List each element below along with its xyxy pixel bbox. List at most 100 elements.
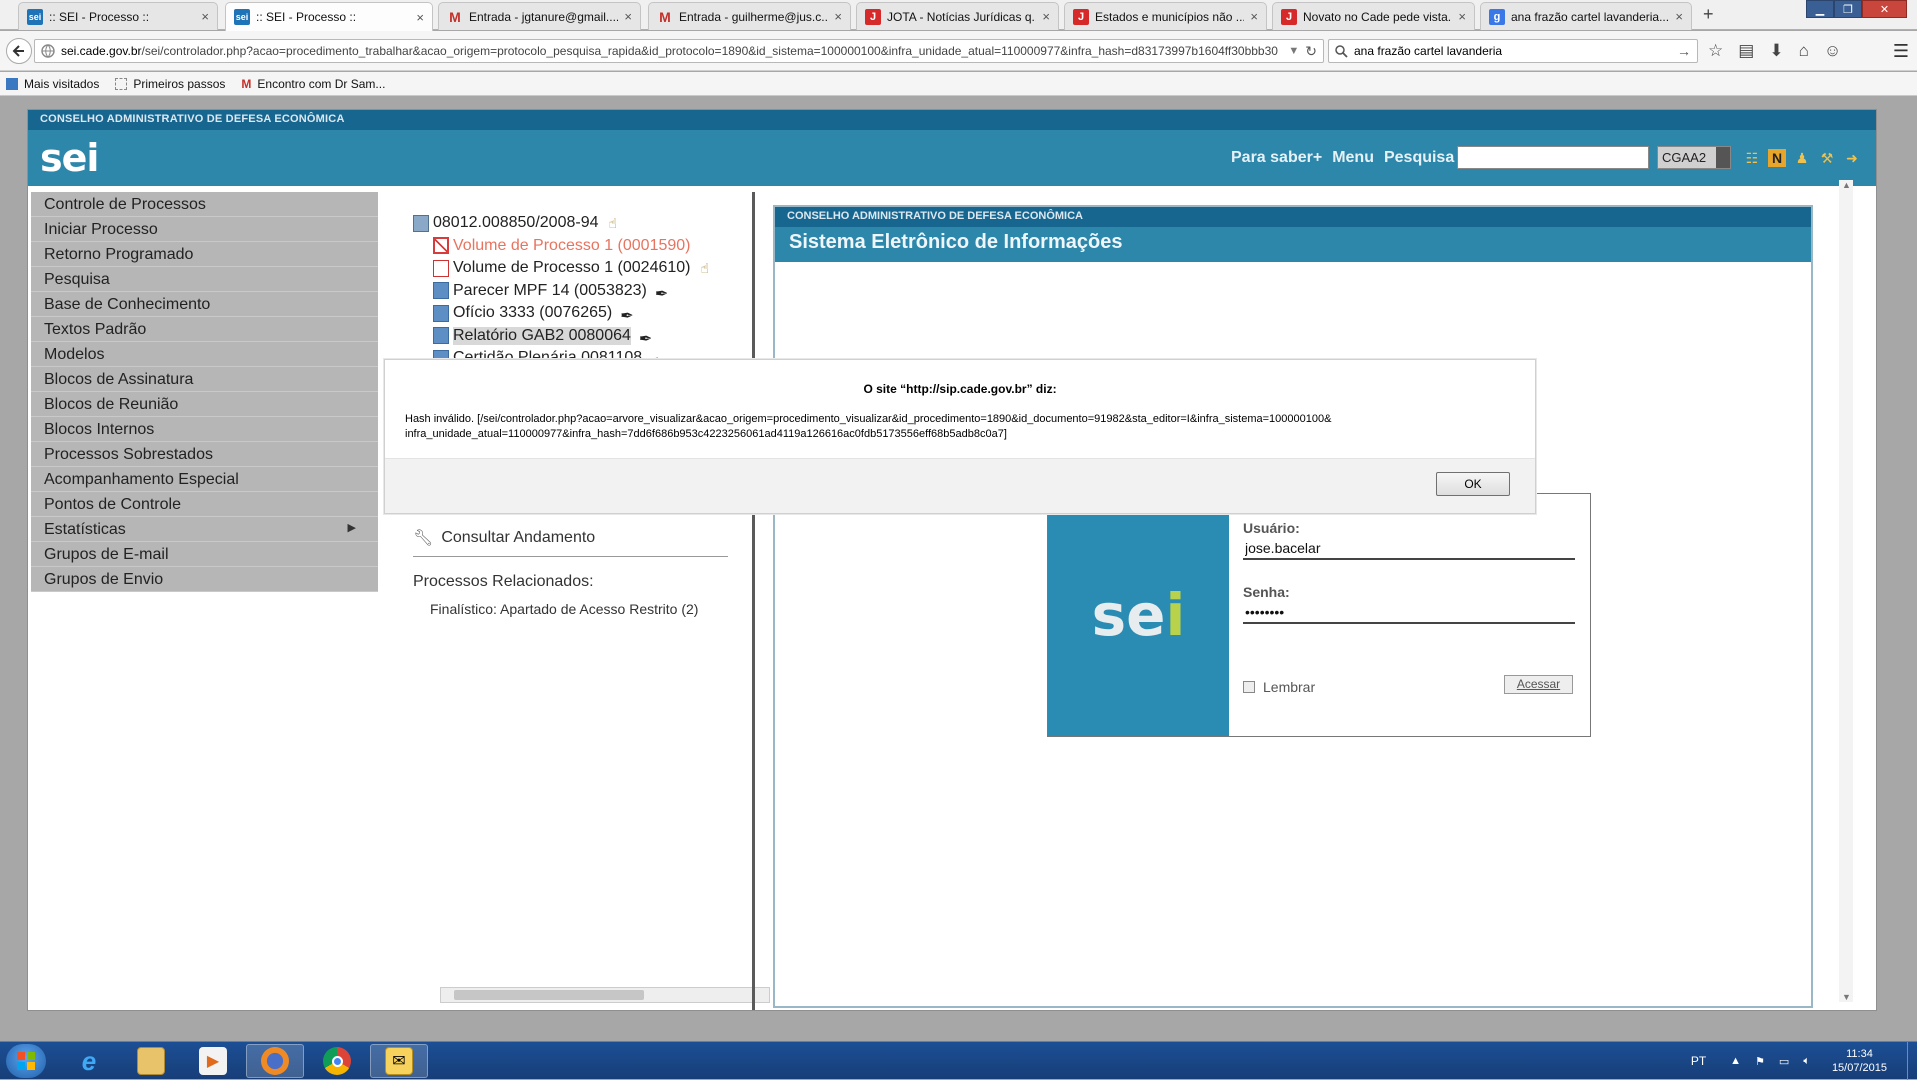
menu-blocos-internos[interactable]: Blocos Internos: [31, 417, 378, 442]
close-window-icon[interactable]: ✕: [1862, 0, 1907, 18]
bookmark-mais-visitados[interactable]: Mais visitados: [6, 77, 99, 91]
ok-button[interactable]: OK: [1436, 472, 1510, 496]
new-tab-button[interactable]: +: [1703, 4, 1714, 25]
taskbar-media-player[interactable]: ▶: [184, 1044, 242, 1078]
language-indicator[interactable]: PT: [1691, 1054, 1706, 1068]
home-icon[interactable]: ⌂: [1799, 42, 1809, 60]
tab-sei-processo-2[interactable]: sei :: SEI - Processo :: ×: [225, 2, 433, 31]
exit-icon[interactable]: ➜: [1843, 149, 1861, 167]
scroll-up-icon[interactable]: ▲: [1842, 180, 1851, 190]
minimize-icon[interactable]: ▁: [1806, 0, 1834, 18]
tree-item-selected[interactable]: Relatório GAB2 0080064 ✒: [413, 325, 709, 348]
tab-sei-processo-1[interactable]: sei :: SEI - Processo :: ×: [18, 2, 218, 30]
url-bar[interactable]: sei.cade.gov.br/sei/controlador.php?acao…: [34, 39, 1324, 63]
related-process-link[interactable]: Finalístico: Apartado de Acesso Restrito…: [430, 601, 728, 617]
url-text[interactable]: sei.cade.gov.br/sei/controlador.php?acao…: [61, 44, 1282, 58]
login-button[interactable]: Acessar: [1504, 675, 1573, 694]
close-tab-icon[interactable]: ×: [416, 10, 424, 25]
tree-item[interactable]: Volume de Processo 1 (0001590): [413, 235, 709, 258]
close-tab-icon[interactable]: ×: [201, 9, 209, 24]
chat-icon[interactable]: ☺: [1824, 42, 1841, 60]
download-icon[interactable]: ⬇: [1769, 42, 1783, 60]
tools-icon[interactable]: ⚒: [1818, 149, 1836, 167]
pen-icon[interactable]: ✒: [620, 306, 638, 325]
menu-textos-padrao[interactable]: Textos Padrão: [31, 317, 378, 342]
username-field[interactable]: [1243, 538, 1575, 560]
link-menu[interactable]: Menu: [1332, 149, 1374, 167]
menu-blocos-reuniao[interactable]: Blocos de Reunião: [31, 392, 378, 417]
taskbar-internet-explorer[interactable]: e: [60, 1044, 118, 1078]
tab-jota-estados[interactable]: J Estados e municípios não ... ×: [1064, 2, 1267, 30]
remember-checkbox[interactable]: [1243, 681, 1255, 693]
unit-select[interactable]: CGAA2: [1657, 146, 1731, 169]
news-icon[interactable]: N: [1768, 149, 1786, 167]
pen-icon[interactable]: ✒: [655, 284, 673, 303]
list-icon[interactable]: ☷: [1743, 149, 1761, 167]
menu-pontos-controle[interactable]: Pontos de Controle: [31, 492, 378, 517]
tray-expand-icon[interactable]: ▲: [1730, 1055, 1741, 1067]
password-field[interactable]: [1243, 602, 1575, 624]
menu-processos-sobrestados[interactable]: Processos Sobrestados: [31, 442, 378, 467]
hamburger-menu-icon[interactable]: ☰: [1893, 41, 1909, 62]
pen-icon[interactable]: ✒: [639, 329, 657, 348]
search-bar[interactable]: →: [1328, 39, 1698, 63]
menu-retorno-programado[interactable]: Retorno Programado: [31, 242, 378, 267]
pane-divider[interactable]: [752, 192, 755, 1010]
search-go-icon[interactable]: →: [1677, 43, 1691, 59]
header-search-input[interactable]: [1457, 146, 1649, 169]
scroll-down-icon[interactable]: ▼: [1842, 992, 1851, 1002]
close-tab-icon[interactable]: ×: [1250, 9, 1258, 24]
horizontal-scrollbar[interactable]: [440, 987, 770, 1003]
tree-item-label[interactable]: Volume de Processo 1 (0001590): [453, 237, 690, 255]
bookmark-star-icon[interactable]: ☆: [1708, 42, 1723, 60]
start-button[interactable]: [6, 1044, 46, 1078]
user-icon[interactable]: ♟: [1793, 149, 1811, 167]
close-tab-icon[interactable]: ×: [834, 9, 842, 24]
menu-grupos-email[interactable]: Grupos de E-mail: [31, 542, 378, 567]
close-tab-icon[interactable]: ×: [1675, 9, 1683, 24]
back-button[interactable]: [6, 38, 32, 64]
link-para-saber[interactable]: Para saber+: [1231, 149, 1322, 167]
sei-logo[interactable]: sei: [40, 136, 99, 180]
tree-item-label[interactable]: Parecer MPF 14 (0053823): [453, 282, 647, 300]
tree-process-root[interactable]: 08012.008850/2008-94 ☝: [413, 212, 709, 235]
tab-gmail-jgtanure[interactable]: M Entrada - jgtanure@gmail.... ×: [438, 2, 641, 30]
menu-pesquisa[interactable]: Pesquisa: [31, 267, 378, 292]
reload-icon[interactable]: ↻: [1305, 43, 1317, 60]
menu-modelos[interactable]: Modelos: [31, 342, 378, 367]
volume-icon[interactable]: 🔈︎: [1803, 1055, 1810, 1068]
menu-grupos-envio[interactable]: Grupos de Envio: [31, 567, 378, 592]
menu-iniciar-processo[interactable]: Iniciar Processo: [31, 217, 378, 242]
menu-base-conhecimento[interactable]: Base de Conhecimento: [31, 292, 378, 317]
remember-option[interactable]: Lembrar: [1243, 679, 1315, 695]
bookmark-primeiros-passos[interactable]: Primeiros passos: [115, 77, 225, 91]
flag-icon[interactable]: ⚑: [1755, 1055, 1765, 1068]
scrollbar-thumb[interactable]: [454, 990, 644, 1000]
search-input[interactable]: [1354, 44, 1677, 58]
taskbar-outlook[interactable]: ✉: [370, 1044, 428, 1078]
tree-item[interactable]: Parecer MPF 14 (0053823) ✒: [413, 280, 709, 303]
taskbar-explorer[interactable]: [122, 1044, 180, 1078]
clock[interactable]: 11:34 15/07/2015: [1832, 1047, 1887, 1075]
tab-gmail-guilherme[interactable]: M Entrada - guilherme@jus.c... ×: [648, 2, 851, 30]
vertical-scrollbar[interactable]: ▲ ▼: [1839, 180, 1853, 1002]
tab-jota-novato[interactable]: J Novato no Cade pede vista... ×: [1272, 2, 1475, 30]
tab-jota-noticias[interactable]: J JOTA - Notícias Jurídicas q... ×: [856, 2, 1059, 30]
dropdown-arrow-icon[interactable]: ▼: [1288, 45, 1299, 57]
tree-item-label[interactable]: Ofício 3333 (0076265): [453, 304, 612, 322]
user-hand-icon[interactable]: ☝: [700, 260, 709, 277]
process-number[interactable]: 08012.008850/2008-94: [433, 214, 599, 232]
close-tab-icon[interactable]: ×: [1458, 9, 1466, 24]
menu-acompanhamento-especial[interactable]: Acompanhamento Especial: [31, 467, 378, 492]
restore-icon[interactable]: ❐: [1834, 0, 1862, 18]
link-pesquisa[interactable]: Pesquisa: [1384, 149, 1454, 167]
user-hand-icon[interactable]: ☝: [609, 215, 618, 232]
close-tab-icon[interactable]: ×: [624, 9, 632, 24]
network-icon[interactable]: ▭: [1779, 1055, 1789, 1068]
menu-blocos-assinatura[interactable]: Blocos de Assinatura: [31, 367, 378, 392]
tree-item[interactable]: Ofício 3333 (0076265) ✒: [413, 302, 709, 325]
menu-controle-processos[interactable]: Controle de Processos: [31, 192, 378, 217]
bookmarks-list-icon[interactable]: ▤: [1738, 42, 1754, 60]
tree-item-label[interactable]: Relatório GAB2 0080064: [453, 326, 631, 345]
show-desktop-button[interactable]: [1907, 1042, 1917, 1080]
